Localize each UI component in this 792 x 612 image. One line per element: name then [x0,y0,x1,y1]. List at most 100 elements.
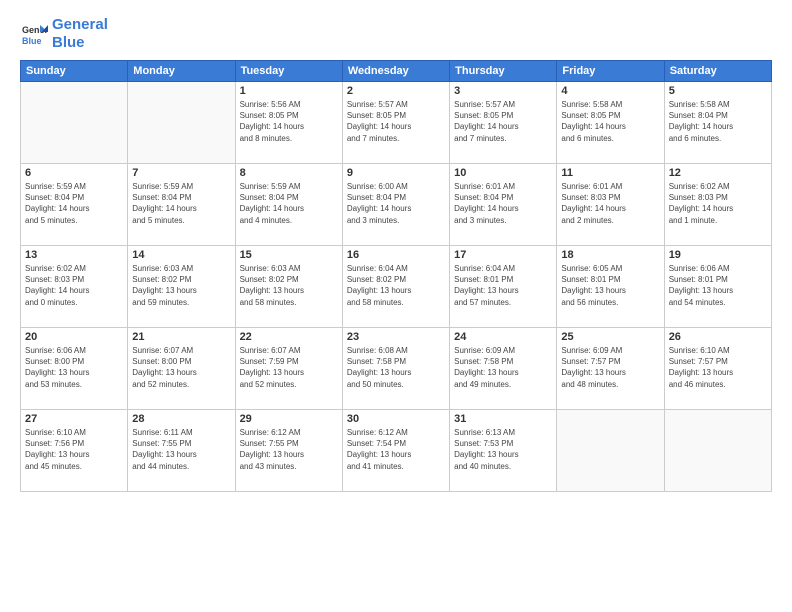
day-number: 21 [132,331,230,343]
day-number: 10 [454,167,552,179]
calendar-cell: 4 Sunrise: 5:58 AM Sunset: 8:05 PM Daylig… [557,82,664,164]
weekday-header-tuesday: Tuesday [235,61,342,82]
calendar-cell: 7 Sunrise: 5:59 AM Sunset: 8:04 PM Daylig… [128,164,235,246]
header: General Blue GeneralBlue [20,16,772,52]
svg-text:Blue: Blue [22,36,42,46]
day-number: 26 [669,331,767,343]
calendar-week-2: 6 Sunrise: 5:59 AM Sunset: 8:04 PM Daylig… [21,164,772,246]
day-info: Sunrise: 5:59 AM Sunset: 8:04 PM Dayligh… [132,181,230,226]
calendar-cell [21,82,128,164]
day-info: Sunrise: 5:56 AM Sunset: 8:05 PM Dayligh… [240,99,338,144]
day-info: Sunrise: 6:02 AM Sunset: 8:03 PM Dayligh… [25,263,123,308]
calendar-cell: 11Sunrise: 6:01 AM Sunset: 8:03 PM Dayli… [557,164,664,246]
day-number: 7 [132,167,230,179]
calendar-cell: 27Sunrise: 6:10 AM Sunset: 7:56 PM Dayli… [21,410,128,492]
day-number: 17 [454,249,552,261]
day-number: 28 [132,413,230,425]
logo-text: GeneralBlue [52,16,108,52]
day-info: Sunrise: 6:02 AM Sunset: 8:03 PM Dayligh… [669,181,767,226]
day-info: Sunrise: 5:59 AM Sunset: 8:04 PM Dayligh… [240,181,338,226]
day-number: 14 [132,249,230,261]
calendar-cell: 3 Sunrise: 5:57 AM Sunset: 8:05 PM Daylig… [450,82,557,164]
calendar-cell: 10Sunrise: 6:01 AM Sunset: 8:04 PM Dayli… [450,164,557,246]
calendar-cell: 14 Sunrise: 6:03 AM Sunset: 8:02 PM Dayli… [128,246,235,328]
calendar-cell: 25 Sunrise: 6:09 AM Sunset: 7:57 PM Dayli… [557,328,664,410]
weekday-header-friday: Friday [557,61,664,82]
calendar-cell: 17Sunrise: 6:04 AM Sunset: 8:01 PM Dayli… [450,246,557,328]
calendar-week-5: 27Sunrise: 6:10 AM Sunset: 7:56 PM Dayli… [21,410,772,492]
day-number: 3 [454,85,552,97]
calendar-cell: 21 Sunrise: 6:07 AM Sunset: 8:00 PM Dayli… [128,328,235,410]
weekday-header-thursday: Thursday [450,61,557,82]
calendar-week-1: 1 Sunrise: 5:56 AM Sunset: 8:05 PM Daylig… [21,82,772,164]
calendar-cell: 19 Sunrise: 6:06 AM Sunset: 8:01 PM Dayli… [664,246,771,328]
day-number: 24 [454,331,552,343]
day-info: Sunrise: 6:03 AM Sunset: 8:02 PM Dayligh… [240,263,338,308]
day-number: 4 [561,85,659,97]
calendar-cell: 6 Sunrise: 5:59 AM Sunset: 8:04 PM Daylig… [21,164,128,246]
calendar-cell: 20Sunrise: 6:06 AM Sunset: 8:00 PM Dayli… [21,328,128,410]
day-info: Sunrise: 6:00 AM Sunset: 8:04 PM Dayligh… [347,181,445,226]
day-number: 15 [240,249,338,261]
day-number: 29 [240,413,338,425]
calendar-cell: 30Sunrise: 6:12 AM Sunset: 7:54 PM Dayli… [342,410,449,492]
day-number: 8 [240,167,338,179]
calendar-cell: 1 Sunrise: 5:56 AM Sunset: 8:05 PM Daylig… [235,82,342,164]
weekday-header-monday: Monday [128,61,235,82]
day-number: 20 [25,331,123,343]
day-info: Sunrise: 5:58 AM Sunset: 8:04 PM Dayligh… [669,99,767,144]
calendar-cell: 26 Sunrise: 6:10 AM Sunset: 7:57 PM Dayli… [664,328,771,410]
calendar-cell [664,410,771,492]
calendar-cell: 16 Sunrise: 6:04 AM Sunset: 8:02 PM Dayli… [342,246,449,328]
calendar-cell: 24 Sunrise: 6:09 AM Sunset: 7:58 PM Dayli… [450,328,557,410]
day-number: 31 [454,413,552,425]
weekday-header-row: SundayMondayTuesdayWednesdayThursdayFrid… [21,61,772,82]
day-info: Sunrise: 6:09 AM Sunset: 7:58 PM Dayligh… [454,345,552,390]
day-info: Sunrise: 6:10 AM Sunset: 7:56 PM Dayligh… [25,427,123,472]
day-info: Sunrise: 6:10 AM Sunset: 7:57 PM Dayligh… [669,345,767,390]
day-number: 16 [347,249,445,261]
day-number: 2 [347,85,445,97]
day-info: Sunrise: 5:59 AM Sunset: 8:04 PM Dayligh… [25,181,123,226]
day-info: Sunrise: 6:06 AM Sunset: 8:01 PM Dayligh… [669,263,767,308]
day-info: Sunrise: 5:57 AM Sunset: 8:05 PM Dayligh… [454,99,552,144]
day-number: 9 [347,167,445,179]
calendar-cell: 18 Sunrise: 6:05 AM Sunset: 8:01 PM Dayli… [557,246,664,328]
calendar-cell: 22 Sunrise: 6:07 AM Sunset: 7:59 PM Dayli… [235,328,342,410]
day-number: 18 [561,249,659,261]
calendar-cell: 23Sunrise: 6:08 AM Sunset: 7:58 PM Dayli… [342,328,449,410]
calendar-cell: 31 Sunrise: 6:13 AM Sunset: 7:53 PM Dayli… [450,410,557,492]
day-info: Sunrise: 6:03 AM Sunset: 8:02 PM Dayligh… [132,263,230,308]
calendar-cell: 13Sunrise: 6:02 AM Sunset: 8:03 PM Dayli… [21,246,128,328]
calendar-week-4: 20Sunrise: 6:06 AM Sunset: 8:00 PM Dayli… [21,328,772,410]
day-info: Sunrise: 6:13 AM Sunset: 7:53 PM Dayligh… [454,427,552,472]
day-number: 1 [240,85,338,97]
calendar-week-3: 13Sunrise: 6:02 AM Sunset: 8:03 PM Dayli… [21,246,772,328]
day-info: Sunrise: 6:07 AM Sunset: 8:00 PM Dayligh… [132,345,230,390]
day-info: Sunrise: 6:08 AM Sunset: 7:58 PM Dayligh… [347,345,445,390]
calendar-cell [128,82,235,164]
day-number: 6 [25,167,123,179]
calendar-cell: 5Sunrise: 5:58 AM Sunset: 8:04 PM Daylig… [664,82,771,164]
day-number: 22 [240,331,338,343]
day-number: 11 [561,167,659,179]
day-info: Sunrise: 6:05 AM Sunset: 8:01 PM Dayligh… [561,263,659,308]
calendar-table: SundayMondayTuesdayWednesdayThursdayFrid… [20,60,772,492]
day-info: Sunrise: 6:09 AM Sunset: 7:57 PM Dayligh… [561,345,659,390]
logo-icon: General Blue [20,20,48,48]
day-info: Sunrise: 6:04 AM Sunset: 8:02 PM Dayligh… [347,263,445,308]
day-number: 19 [669,249,767,261]
calendar-cell: 29 Sunrise: 6:12 AM Sunset: 7:55 PM Dayli… [235,410,342,492]
day-info: Sunrise: 6:12 AM Sunset: 7:55 PM Dayligh… [240,427,338,472]
day-info: Sunrise: 5:57 AM Sunset: 8:05 PM Dayligh… [347,99,445,144]
day-info: Sunrise: 5:58 AM Sunset: 8:05 PM Dayligh… [561,99,659,144]
day-number: 30 [347,413,445,425]
weekday-header-saturday: Saturday [664,61,771,82]
day-info: Sunrise: 6:11 AM Sunset: 7:55 PM Dayligh… [132,427,230,472]
day-number: 25 [561,331,659,343]
calendar-cell: 28 Sunrise: 6:11 AM Sunset: 7:55 PM Dayli… [128,410,235,492]
page: General Blue GeneralBlue SundayMondayTue… [0,0,792,612]
calendar-cell: 8 Sunrise: 5:59 AM Sunset: 8:04 PM Daylig… [235,164,342,246]
day-info: Sunrise: 6:07 AM Sunset: 7:59 PM Dayligh… [240,345,338,390]
calendar-cell: 15 Sunrise: 6:03 AM Sunset: 8:02 PM Dayli… [235,246,342,328]
